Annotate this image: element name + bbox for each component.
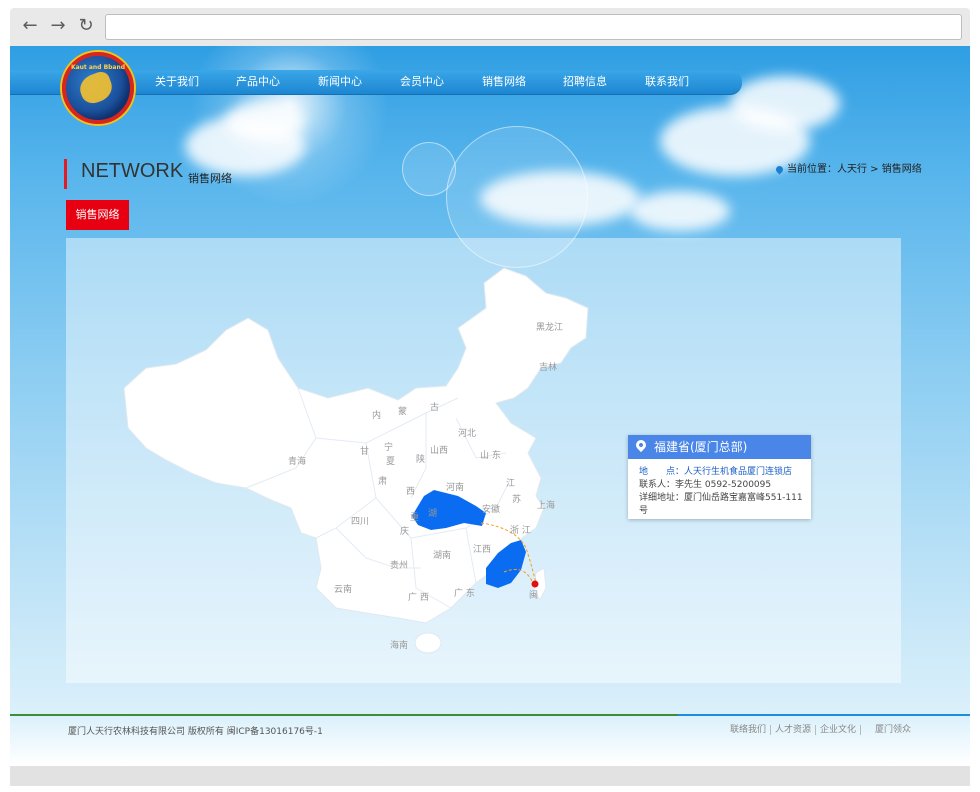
province-label[interactable]: 上海 — [537, 498, 555, 511]
province-label[interactable]: 西 — [406, 484, 415, 497]
province-label[interactable]: 贵州 — [390, 558, 408, 571]
location-info-card: 福建省(厦门总部) 地 点：人天行生机食品厦门连锁店 联系人：李先生 0592-… — [628, 435, 811, 519]
forward-arrow-icon[interactable]: → — [48, 16, 68, 36]
province-label[interactable]: 肃 — [378, 474, 387, 487]
nav-network[interactable]: 销售网络 — [482, 70, 526, 94]
tab-network[interactable]: 销售网络 — [66, 200, 129, 230]
province-label[interactable]: 山西 — [430, 443, 448, 456]
nav-contact[interactable]: 联系我们 — [645, 70, 689, 94]
dragon-icon — [76, 69, 116, 107]
breadcrumb-text: 当前位置：人天行 > 销售网络 — [787, 164, 922, 175]
province-label[interactable]: 安徽 — [482, 502, 500, 515]
province-label[interactable]: 古 — [430, 400, 439, 413]
reload-icon[interactable]: ↻ — [76, 16, 96, 36]
province-label[interactable]: 河北 — [458, 426, 476, 439]
back-arrow-icon[interactable]: ← — [20, 16, 40, 36]
cloud-decoration — [730, 76, 840, 131]
province-label[interactable]: 四川 — [351, 514, 369, 527]
province-label[interactable]: 重 — [410, 510, 419, 523]
cloud-decoration — [630, 191, 730, 231]
footer-link-credit[interactable]: 厦门领众 — [861, 725, 915, 735]
province-label[interactable]: 内 — [372, 408, 381, 421]
province-label[interactable]: 广 西 — [408, 590, 429, 603]
province-label[interactable]: 浙 江 — [510, 523, 531, 536]
footer-links: 联络我们 人才资源 企业文化 厦门领众 — [726, 722, 915, 735]
footer-link-contact[interactable]: 联络我们 — [726, 725, 772, 735]
nav-news[interactable]: 新闻中心 — [318, 70, 362, 94]
province-label[interactable]: 吉林 — [539, 360, 557, 373]
footer: 厦门人天行农林科技有限公司 版权所有 闽ICP备13016176号-1 联络我们… — [10, 714, 970, 764]
province-label[interactable]: 江西 — [473, 542, 491, 555]
title-accent-bar — [64, 159, 67, 189]
page-viewport: 关于我们 产品中心 新闻中心 会员中心 销售网络 招聘信息 联系我们 Kaut … — [10, 46, 970, 764]
logo-text: Kaut and Bband — [70, 64, 126, 71]
province-label[interactable]: 云南 — [334, 582, 352, 595]
map-pin-icon — [633, 437, 649, 453]
nav-members[interactable]: 会员中心 — [400, 70, 444, 94]
address-bar[interactable] — [105, 14, 962, 40]
footer-link-talent[interactable]: 人才资源 — [771, 725, 817, 735]
location-pin-icon — [774, 164, 785, 174]
nav-jobs[interactable]: 招聘信息 — [563, 70, 607, 94]
hq-location-dot — [531, 580, 539, 588]
province-label[interactable]: 广 东 — [454, 586, 475, 599]
province-label[interactable]: 河南 — [446, 480, 464, 493]
province-label[interactable]: 陕 — [416, 452, 425, 465]
province-label[interactable]: 湖 — [428, 506, 437, 519]
province-label[interactable]: 江 — [506, 476, 515, 489]
page-subtitle: 销售网络 — [188, 172, 232, 185]
brand-logo[interactable]: Kaut and Bband — [62, 52, 134, 124]
copyright-text: 厦门人天行农林科技有限公司 版权所有 闽ICP备13016176号-1 — [68, 727, 323, 737]
province-label[interactable]: 黑龙江 — [536, 320, 563, 333]
province-label[interactable]: 山 东 — [480, 448, 501, 461]
nav-products[interactable]: 产品中心 — [236, 70, 280, 94]
footer-link-culture[interactable]: 企业文化 — [816, 725, 862, 735]
province-label[interactable]: 蒙 — [398, 404, 407, 417]
province-label[interactable]: 青海 — [288, 454, 306, 467]
info-card-header: 福建省(厦门总部) — [628, 435, 811, 459]
province-label[interactable]: 苏 — [512, 492, 521, 505]
province-label[interactable]: 湖南 — [433, 548, 451, 561]
province-label[interactable]: 闽 — [529, 588, 538, 601]
info-card-title: 福建省(厦门总部) — [654, 440, 748, 454]
browser-toolbar: ← → ↻ — [10, 8, 970, 46]
province-label[interactable]: 宁 — [384, 440, 393, 453]
info-detail: 详细地址：厦门仙岳路宝嘉富峰551-111号 — [639, 493, 803, 516]
page-title: NETWORK — [81, 160, 184, 182]
info-address[interactable]: 地 点：人天行生机食品厦门连锁店 — [628, 466, 811, 479]
map-panel: 黑龙江 吉林 内 蒙 古 河北 山西 山 东 河南 甘 宁 夏 陕 肃 西 青海… — [66, 238, 901, 683]
info-contact: 联系人：李先生 0592-5200095 — [639, 480, 772, 490]
footer-divider — [678, 714, 970, 716]
footer-divider — [10, 714, 678, 716]
browser-status-bar — [10, 766, 970, 786]
hainan — [414, 632, 442, 654]
breadcrumb: 当前位置：人天行 > 销售网络 — [774, 160, 922, 175]
province-label[interactable]: 庆 — [400, 524, 409, 537]
nav-about[interactable]: 关于我们 — [155, 70, 199, 94]
province-label[interactable]: 海南 — [390, 638, 408, 651]
province-label[interactable]: 夏 — [386, 454, 395, 467]
province-label[interactable]: 甘 — [360, 444, 369, 457]
